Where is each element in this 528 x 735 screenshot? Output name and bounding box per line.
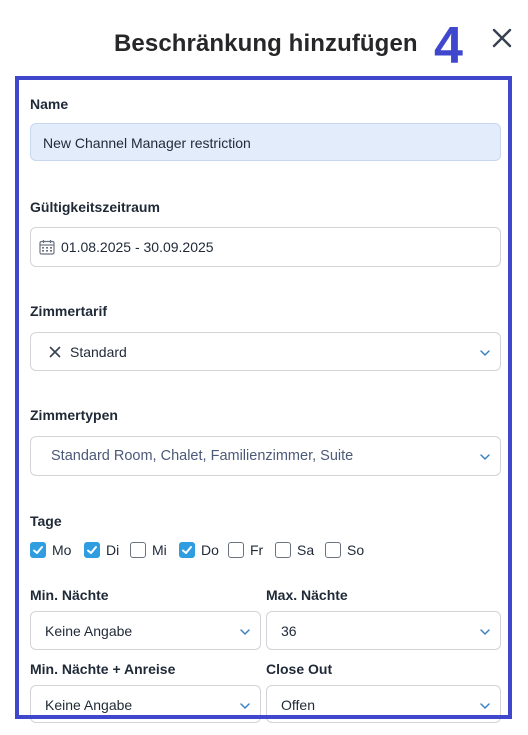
- checkbox[interactable]: [130, 542, 146, 558]
- rate-label: Zimmertarif: [30, 303, 108, 319]
- day-checkbox-fr[interactable]: Fr: [228, 541, 263, 559]
- chevron-down-icon: [480, 350, 490, 356]
- max-nights-label: Max. Nächte: [266, 587, 348, 603]
- room-types-value: Standard Room, Chalet, Familienzimmer, S…: [51, 448, 354, 464]
- chevron-down-icon: [480, 454, 490, 460]
- min-nights-label: Min. Nächte: [30, 587, 109, 603]
- day-checkbox-sa[interactable]: Sa: [275, 541, 314, 559]
- day-label: Fr: [250, 542, 264, 558]
- chevron-down-icon: [480, 703, 490, 709]
- chevron-down-icon: [240, 629, 250, 635]
- name-input[interactable]: New Channel Manager restriction: [30, 123, 501, 161]
- min-nights-arrival-value: Keine Angabe: [45, 697, 133, 713]
- day-label: Mo: [52, 542, 72, 558]
- name-value: New Channel Manager restriction: [43, 135, 251, 151]
- clear-icon[interactable]: [49, 346, 61, 358]
- max-nights-select[interactable]: 36: [266, 611, 501, 650]
- day-label: Di: [106, 542, 120, 558]
- min-nights-select[interactable]: Keine Angabe: [30, 611, 261, 650]
- rate-chip-label: Standard: [70, 344, 127, 360]
- checkmark-icon: [87, 546, 97, 554]
- room-types-select[interactable]: Standard Room, Chalet, Familienzimmer, S…: [30, 436, 501, 476]
- day-checkbox-mo[interactable]: Mo: [30, 541, 71, 559]
- close-out-value: Offen: [281, 697, 315, 713]
- close-out-select[interactable]: Offen: [266, 685, 501, 723]
- min-nights-arrival-label: Min. Nächte + Anreise: [30, 661, 176, 677]
- checkbox[interactable]: [84, 542, 100, 558]
- day-checkbox-mi[interactable]: Mi: [130, 541, 167, 559]
- day-checkbox-do[interactable]: Do: [179, 541, 219, 559]
- min-nights-arrival-select[interactable]: Keine Angabe: [30, 685, 261, 723]
- calendar-icon: [39, 240, 55, 255]
- day-label: Sa: [297, 542, 315, 558]
- chevron-down-icon: [240, 703, 250, 709]
- day-label: Mi: [152, 542, 167, 558]
- day-label: Do: [201, 542, 219, 558]
- dialog-title: Beschränkung hinzufügen: [114, 30, 418, 57]
- chevron-down-icon: [480, 629, 490, 635]
- checkbox[interactable]: [179, 542, 195, 558]
- checkbox[interactable]: [228, 542, 244, 558]
- day-label: So: [347, 542, 365, 558]
- max-nights-value: 36: [281, 623, 297, 639]
- step-number: 4: [434, 17, 463, 75]
- checkbox[interactable]: [30, 542, 46, 558]
- close-button[interactable]: [491, 27, 513, 49]
- close-icon: [492, 28, 512, 48]
- checkmark-icon: [33, 546, 43, 554]
- rate-select[interactable]: Standard: [30, 332, 501, 371]
- validity-date-range-input[interactable]: 01.08.2025 - 30.09.2025: [30, 227, 501, 267]
- checkmark-icon: [182, 546, 192, 554]
- validity-label: Gültigkeitszeitraum: [30, 199, 160, 215]
- min-nights-value: Keine Angabe: [45, 623, 133, 639]
- close-out-label: Close Out: [266, 661, 333, 677]
- day-checkbox-so[interactable]: So: [325, 541, 364, 559]
- validity-value: 01.08.2025 - 30.09.2025: [61, 239, 214, 255]
- room-types-label: Zimmertypen: [30, 407, 118, 423]
- dialog-header: Beschränkung hinzufügen 4: [0, 0, 528, 76]
- days-label: Tage: [30, 513, 62, 529]
- checkbox[interactable]: [325, 542, 341, 558]
- name-label: Name: [30, 96, 69, 112]
- checkbox[interactable]: [275, 542, 291, 558]
- day-checkbox-di[interactable]: Di: [84, 541, 119, 559]
